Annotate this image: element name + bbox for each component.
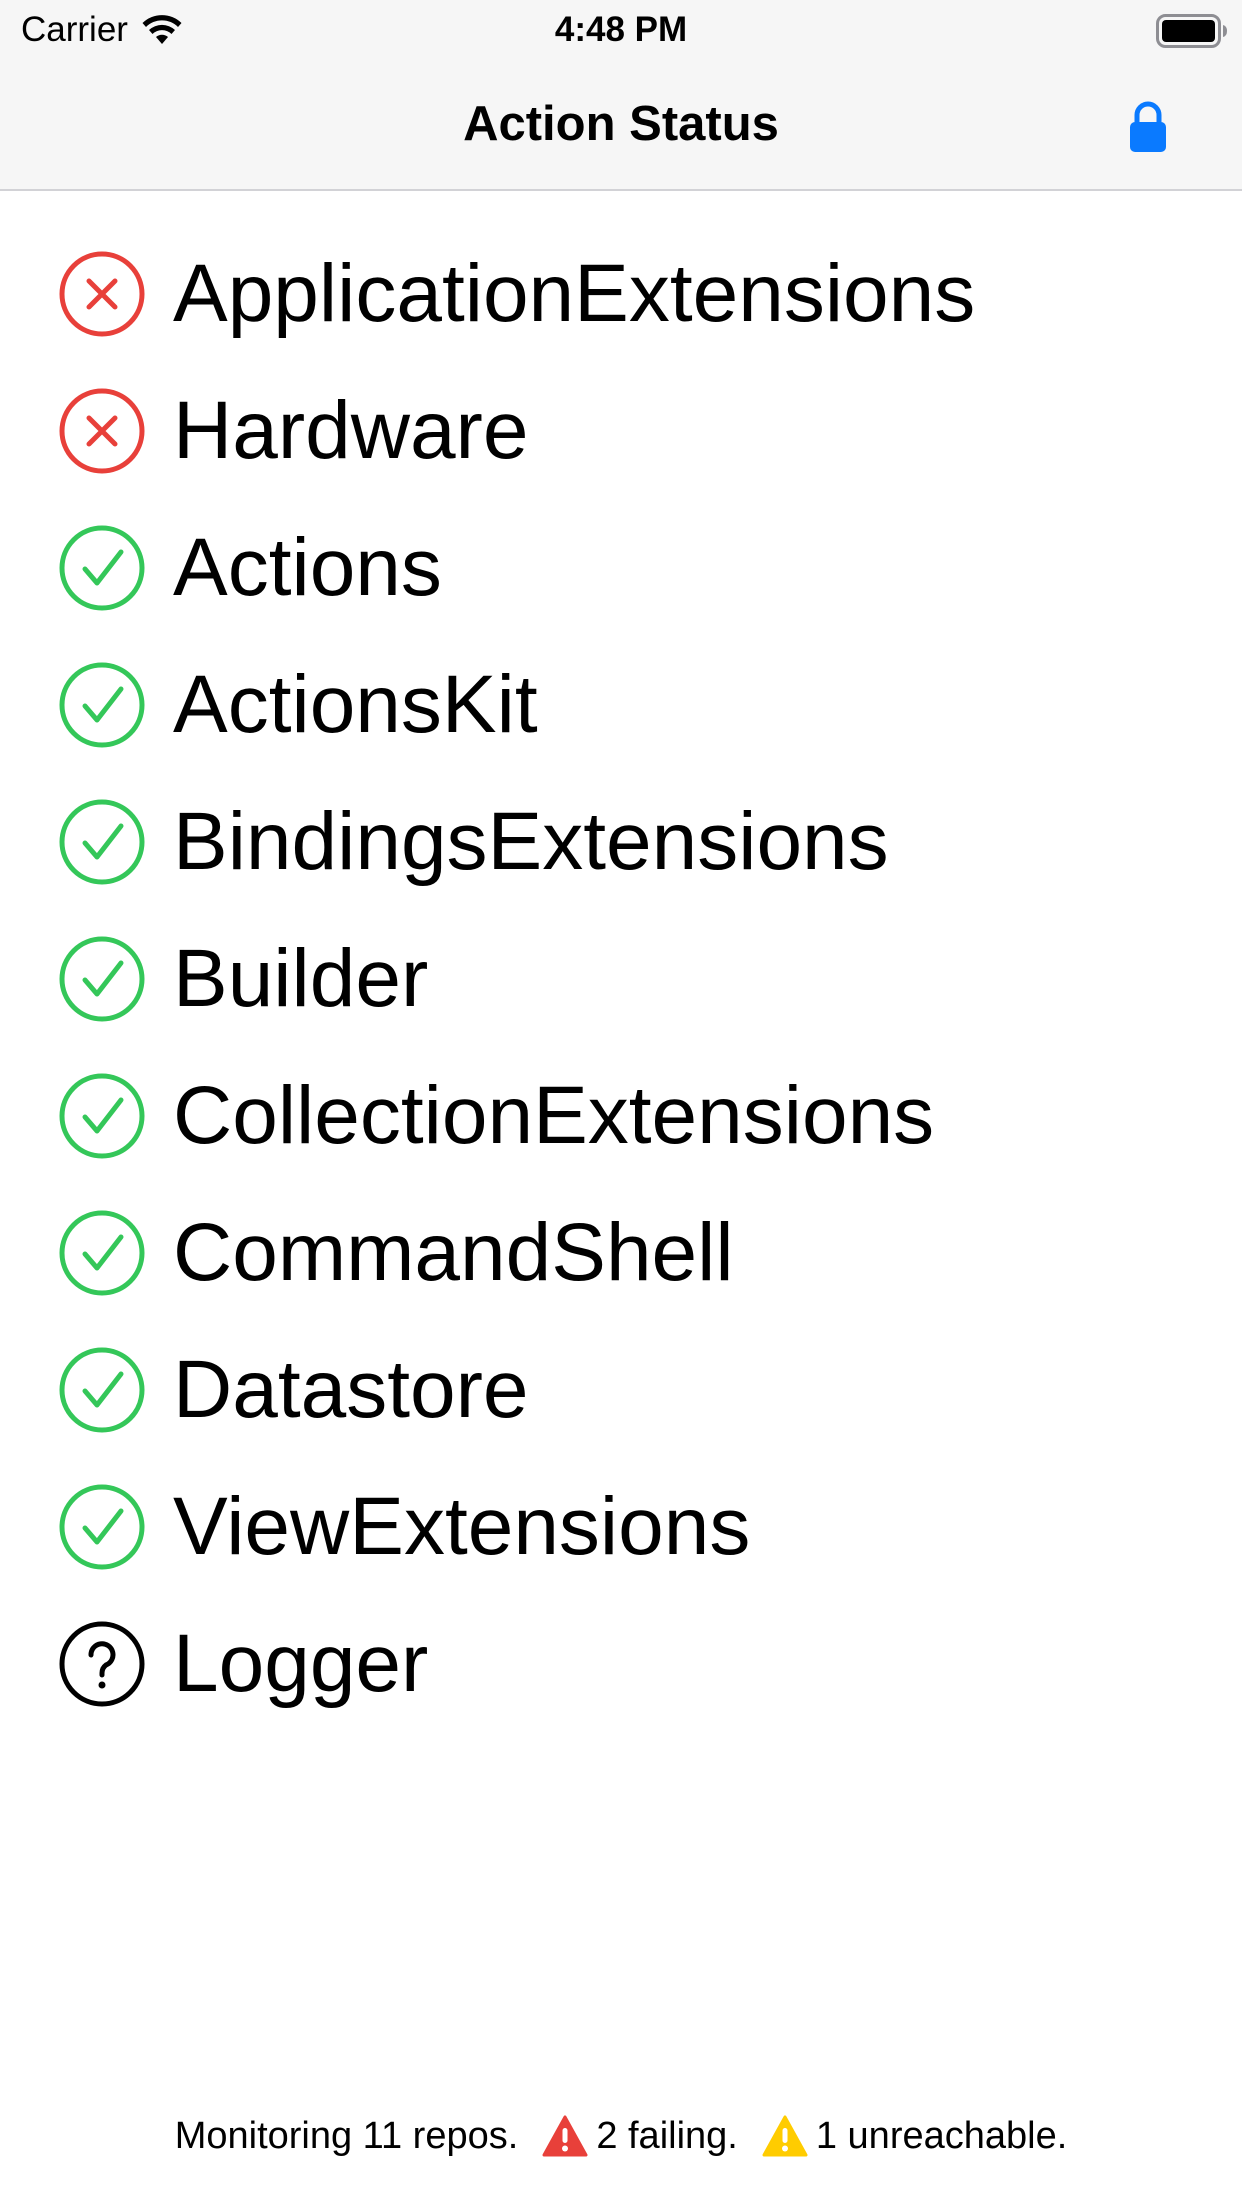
status-bar: Carrier 4:48 PM — [0, 0, 1242, 60]
repo-row[interactable]: CollectionExtensions — [0, 1047, 1242, 1184]
status-time: 4:48 PM — [554, 10, 688, 49]
x-circle-icon — [58, 387, 146, 475]
checkmark-circle-icon — [58, 1209, 146, 1297]
repo-name: CommandShell — [173, 1206, 734, 1298]
battery-icon — [1156, 14, 1228, 53]
checkmark-circle-icon — [58, 1483, 146, 1571]
checkmark-circle-icon — [58, 524, 146, 612]
repo-row[interactable]: Actions — [0, 499, 1242, 636]
warning-triangle-yellow-icon — [762, 2115, 808, 2157]
repo-name: ActionsKit — [173, 658, 538, 750]
repo-row[interactable]: BindingsExtensions — [0, 773, 1242, 910]
repo-row[interactable]: CommandShell — [0, 1184, 1242, 1321]
repo-name: Datastore — [173, 1343, 529, 1435]
status-footer: Monitoring 11 repos. 2 failing. 1 unreac… — [0, 2111, 1242, 2161]
repo-row[interactable]: ActionsKit — [0, 636, 1242, 773]
repo-name: CollectionExtensions — [173, 1069, 935, 1161]
failing-summary: 2 failing. — [596, 2115, 738, 2157]
checkmark-circle-icon — [58, 935, 146, 1023]
checkmark-circle-icon — [58, 1072, 146, 1160]
repo-name: Builder — [173, 932, 429, 1024]
navigation-bar: Action Status — [0, 60, 1242, 191]
repo-name: Actions — [173, 521, 442, 613]
x-circle-icon — [58, 250, 146, 338]
checkmark-circle-icon — [58, 798, 146, 886]
unreachable-summary: 1 unreachable. — [815, 2115, 1068, 2157]
repo-name: Logger — [173, 1617, 429, 1709]
repo-row[interactable]: Datastore — [0, 1321, 1242, 1458]
page-title: Action Status — [463, 97, 779, 151]
repo-row[interactable]: ApplicationExtensions — [0, 225, 1242, 362]
question-circle-icon — [58, 1620, 146, 1708]
repo-name: BindingsExtensions — [173, 795, 889, 887]
repo-name: Hardware — [173, 384, 529, 476]
repo-name: ViewExtensions — [173, 1480, 751, 1572]
lock-button[interactable] — [1126, 100, 1170, 154]
repo-list: ApplicationExtensions Hardware Actions Acti… — [0, 191, 1242, 1732]
repo-row[interactable]: ViewExtensions — [0, 1458, 1242, 1595]
checkmark-circle-icon — [58, 1346, 146, 1434]
warning-triangle-red-icon — [542, 2115, 588, 2157]
repo-row[interactable]: Logger — [0, 1595, 1242, 1732]
repo-row[interactable]: Hardware — [0, 362, 1242, 499]
repo-name: ApplicationExtensions — [173, 247, 976, 339]
monitoring-summary: Monitoring 11 repos. — [174, 2115, 519, 2157]
checkmark-circle-icon — [58, 661, 146, 749]
lock-icon — [1130, 101, 1166, 152]
repo-row[interactable]: Builder — [0, 910, 1242, 1047]
